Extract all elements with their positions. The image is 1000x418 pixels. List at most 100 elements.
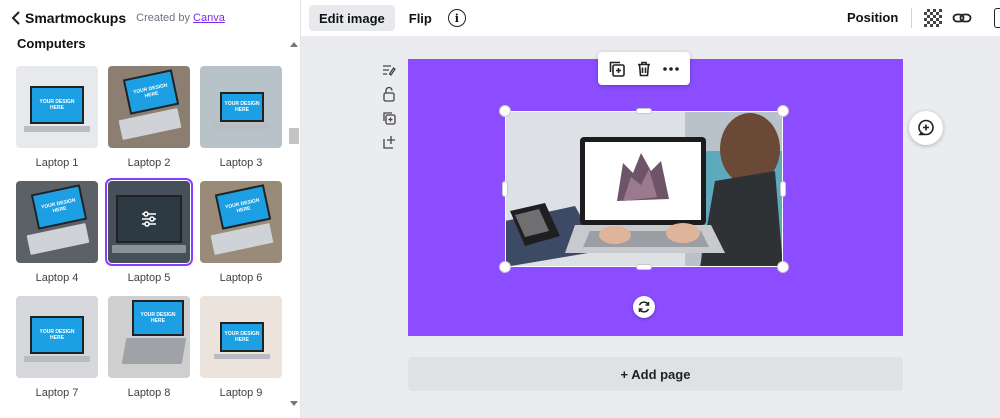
mockup-thumbnail[interactable]: YOUR DESIGN HERE [16, 181, 98, 263]
mockup-label: Laptop 6 [219, 272, 263, 284]
panel-header: Smartmockups Created by Canva [0, 0, 301, 36]
mockup-label: Laptop 9 [219, 387, 263, 399]
duplicate-icon[interactable] [608, 60, 626, 78]
mockup-thumbnail[interactable]: YOUR DESIGN HERE [108, 66, 190, 148]
resize-handle-bottom-left[interactable] [499, 261, 511, 273]
mockup-screen-text: YOUR DESIGN HERE [140, 312, 176, 324]
mockup-thumbnail[interactable]: YOUR DESIGN HERE [200, 66, 282, 148]
mockup-screen [116, 195, 182, 243]
mockup-tile[interactable]: YOUR DESIGN HERE Laptop 3 [200, 66, 282, 169]
mockup-screen-text: YOUR DESIGN HERE [224, 101, 260, 113]
mockup-tile[interactable]: Laptop 5 [105, 178, 193, 284]
resize-handle-top-left[interactable] [499, 105, 511, 117]
more-options-icon[interactable] [662, 60, 680, 78]
flip-button[interactable]: Flip [409, 11, 432, 26]
mockup-screen: YOUR DESIGN HERE [122, 69, 180, 115]
add-page-icon[interactable] [381, 134, 397, 150]
canva-link[interactable]: Canva [193, 12, 225, 24]
resize-handle-left[interactable] [502, 181, 508, 197]
mockup-thumbnail[interactable] [105, 178, 193, 266]
mockup-thumbnail[interactable]: YOUR DESIGN HERE [200, 181, 282, 263]
mockup-label: Laptop 4 [35, 272, 79, 284]
scroll-up-arrow-icon[interactable] [290, 42, 298, 47]
resize-handle-top-right[interactable] [777, 105, 789, 117]
rotate-button[interactable] [633, 296, 655, 318]
mockup-laptop-base [214, 354, 270, 359]
mockup-laptop-base [26, 222, 90, 256]
mockup-tile[interactable]: YOUR DESIGN HERE Laptop 7 [16, 296, 98, 399]
chevron-left-icon [11, 11, 19, 25]
mockup-thumbnail[interactable]: YOUR DESIGN HERE [108, 296, 190, 378]
mockup-label: Laptop 5 [127, 272, 171, 284]
comment-icon [918, 119, 934, 136]
trash-icon[interactable] [635, 60, 653, 78]
mockup-screen-text: YOUR DESIGN HERE [132, 82, 169, 100]
mockup-screen-text: YOUR DESIGN HERE [224, 197, 261, 215]
smartmockups-panel: Smartmockups Created by Canva Computers … [0, 0, 301, 418]
mockup-tile[interactable]: YOUR DESIGN HERE Laptop 1 [16, 66, 98, 169]
mockup-thumbnail[interactable]: YOUR DESIGN HERE [16, 296, 98, 378]
resize-handle-right[interactable] [780, 181, 786, 197]
app-name: Smartmockups [25, 10, 127, 26]
mockup-laptop-base [24, 126, 90, 132]
mockup-tile[interactable]: YOUR DESIGN HERE Laptop 2 [108, 66, 190, 169]
rotate-icon [638, 301, 650, 313]
page-side-tools [381, 62, 399, 158]
mockup-screen: YOUR DESIGN HERE [220, 322, 264, 352]
mockup-label: Laptop 2 [127, 157, 171, 169]
mockup-laptop-base [118, 107, 182, 141]
duplicate-page-icon[interactable] [381, 110, 397, 126]
back-button[interactable] [8, 8, 22, 28]
mockup-screen: YOUR DESIGN HERE [214, 184, 272, 230]
transparency-icon[interactable] [924, 9, 942, 27]
scroll-down-arrow-icon[interactable] [290, 401, 298, 406]
sliders-icon [142, 211, 156, 227]
mockup-laptop-base [24, 356, 90, 362]
link-icon[interactable] [952, 8, 972, 28]
scroll-thumb[interactable] [289, 128, 299, 144]
resize-handle-bottom-right[interactable] [777, 261, 789, 273]
mockup-screen-text: YOUR DESIGN HERE [39, 329, 75, 341]
element-floating-toolbar [598, 52, 690, 85]
created-by-prefix: Created by [136, 12, 190, 24]
mockup-screen-text: YOUR DESIGN HERE [39, 99, 75, 111]
context-toolbar: Edit image Flip i Position [301, 0, 1000, 36]
toolbar-divider [911, 8, 912, 28]
mockup-screen-text: YOUR DESIGN HERE [224, 331, 260, 343]
resize-handle-bottom[interactable] [636, 264, 652, 270]
mockup-screen: YOUR DESIGN HERE [132, 300, 184, 336]
mockup-label: Laptop 7 [35, 387, 79, 399]
mockup-tile[interactable]: YOUR DESIGN HERE Laptop 8 [108, 296, 190, 399]
mockup-label: Laptop 1 [35, 157, 79, 169]
laptop-photo-illustration [505, 111, 783, 267]
mockup-screen: YOUR DESIGN HERE [30, 86, 84, 124]
info-icon[interactable]: i [447, 9, 466, 27]
mockup-thumbnail[interactable]: YOUR DESIGN HERE [200, 296, 282, 378]
mockup-laptop-base [121, 338, 187, 364]
mockup-tile[interactable]: YOUR DESIGN HERE Laptop 4 [16, 181, 98, 284]
mockup-laptop-base [112, 245, 186, 253]
notes-icon[interactable] [381, 62, 397, 78]
sidebar-scrollbar[interactable] [288, 40, 300, 408]
resize-handle-top[interactable] [636, 108, 652, 114]
mockup-laptop-base [210, 222, 274, 256]
mockup-screen: YOUR DESIGN HERE [220, 92, 264, 122]
add-comment-button[interactable] [909, 111, 943, 145]
section-title: Computers [17, 36, 86, 51]
mockup-tile[interactable]: YOUR DESIGN HERE Laptop 6 [200, 181, 282, 284]
mockup-photo[interactable] [505, 111, 783, 267]
add-page-button[interactable]: + Add page [408, 357, 903, 391]
created-by: Created by Canva [136, 12, 225, 24]
mockup-label: Laptop 3 [219, 157, 263, 169]
edit-image-button[interactable]: Edit image [309, 5, 395, 31]
lock-icon[interactable] [994, 8, 1000, 28]
mockup-screen-text: YOUR DESIGN HERE [40, 197, 77, 215]
mockup-screen: YOUR DESIGN HERE [30, 316, 84, 354]
mockup-laptop-base [214, 124, 270, 129]
position-button[interactable]: Position [847, 10, 898, 25]
mockup-label: Laptop 8 [127, 387, 171, 399]
mockup-thumbnail[interactable]: YOUR DESIGN HERE [16, 66, 98, 148]
mockup-screen: YOUR DESIGN HERE [30, 184, 88, 230]
mockup-tile[interactable]: YOUR DESIGN HERE Laptop 9 [200, 296, 282, 399]
lock-page-icon[interactable] [381, 86, 397, 102]
